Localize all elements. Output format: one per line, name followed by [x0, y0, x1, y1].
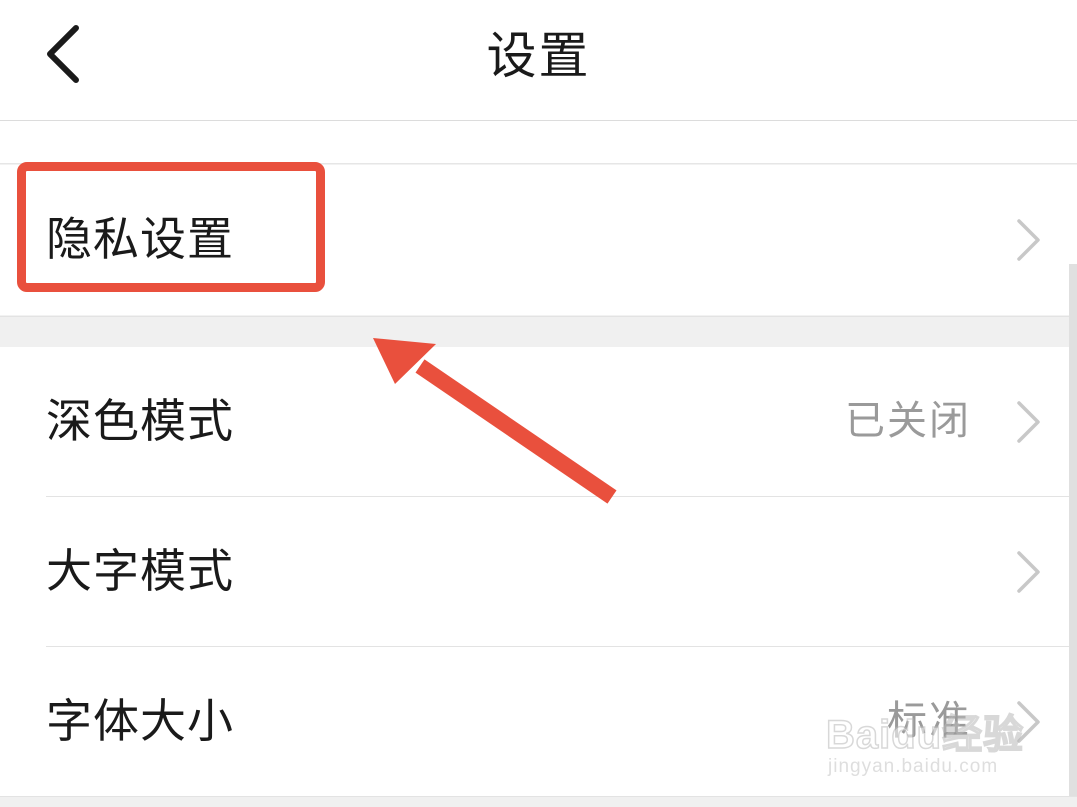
settings-row-dark-mode[interactable]: 深色模式 已关闭	[0, 347, 1077, 497]
settings-screen: 设置 隐私设置 深色模式 已关闭 大字模式 字体大小 标准 Baidu经验 ji…	[0, 0, 1077, 807]
chevron-right-icon	[1013, 399, 1043, 445]
chevron-right-icon	[1013, 549, 1043, 595]
scrollbar[interactable]	[1069, 264, 1077, 796]
bottom-spacer	[0, 796, 1077, 807]
row-label: 隐私设置	[46, 212, 234, 266]
row-label: 大字模式	[46, 544, 234, 598]
settings-row-font-size[interactable]: 字体大小 标准	[0, 647, 1077, 797]
row-label: 深色模式	[46, 394, 234, 448]
page-title: 设置	[486, 27, 591, 85]
row-value: 标准	[887, 698, 971, 744]
header-bar: 设置	[0, 0, 1077, 121]
chevron-right-icon	[1013, 699, 1043, 745]
settings-row-privacy[interactable]: 隐私设置	[0, 165, 1077, 315]
row-value: 已关闭	[845, 398, 971, 444]
settings-row-large-text[interactable]: 大字模式	[0, 497, 1077, 647]
section-divider	[0, 316, 1077, 348]
row-label: 字体大小	[46, 694, 234, 748]
chevron-right-icon	[1013, 217, 1043, 263]
top-spacer	[0, 121, 1077, 164]
